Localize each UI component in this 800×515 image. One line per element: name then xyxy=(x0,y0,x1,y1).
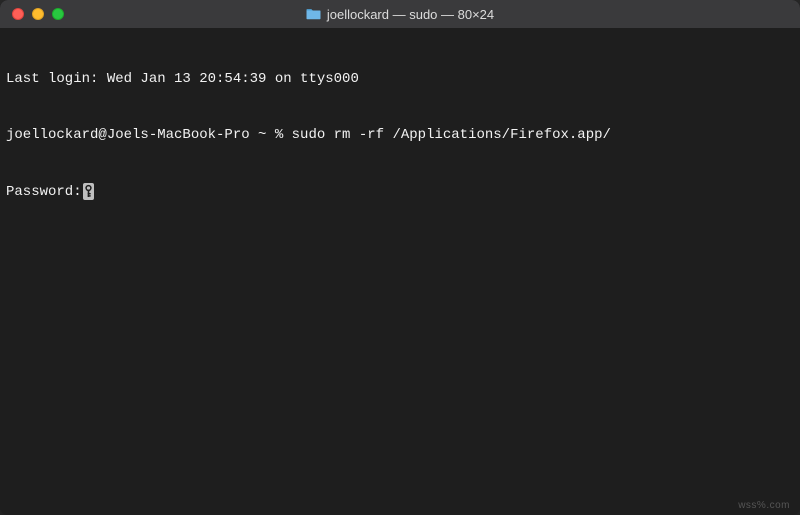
window-controls xyxy=(0,8,64,20)
minimize-button[interactable] xyxy=(32,8,44,20)
watermark: wss%.com xyxy=(738,500,790,511)
close-button[interactable] xyxy=(12,8,24,20)
terminal-body[interactable]: Last login: Wed Jan 13 20:54:39 on ttys0… xyxy=(0,28,800,244)
password-label: Password: xyxy=(6,184,82,200)
terminal-window: joellockard — sudo — 80×24 Last login: W… xyxy=(0,0,800,515)
folder-icon xyxy=(306,8,321,20)
window-title: joellockard — sudo — 80×24 xyxy=(327,7,494,22)
prompt-line: joellockard@Joels-MacBook-Pro ~ % sudo r… xyxy=(6,126,794,145)
window-title-wrap: joellockard — sudo — 80×24 xyxy=(0,7,800,22)
password-line: Password: xyxy=(6,183,794,202)
zoom-button[interactable] xyxy=(52,8,64,20)
last-login-line: Last login: Wed Jan 13 20:54:39 on ttys0… xyxy=(6,70,794,89)
titlebar[interactable]: joellockard — sudo — 80×24 xyxy=(0,0,800,28)
key-cursor-icon xyxy=(83,183,94,200)
